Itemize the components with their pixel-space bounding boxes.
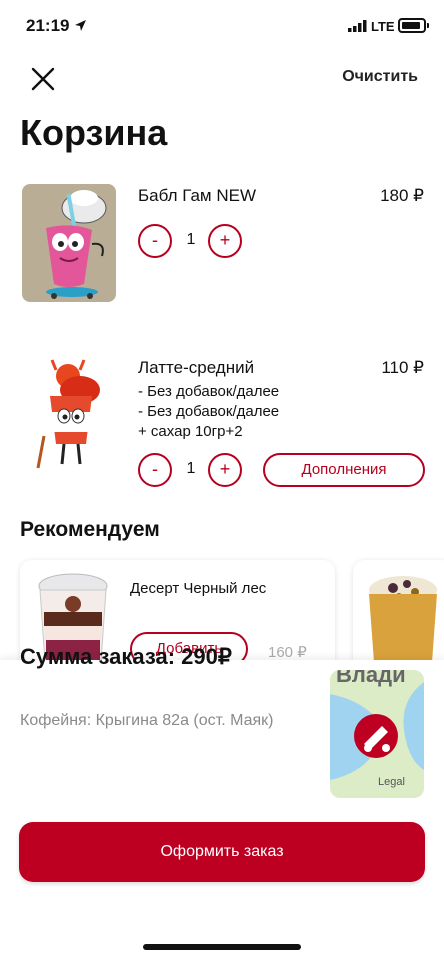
battery-icon (398, 18, 429, 33)
item-name: Латте-средний (138, 358, 255, 377)
quantity-value: 1 (186, 231, 196, 248)
cart-item: Латте-средний 110 ₽ - Без добавок/далее … (20, 352, 425, 492)
location-arrow-icon (75, 20, 86, 31)
recommendations-title: Рекомендуем (20, 518, 160, 541)
cart-item: Бабл Гам NEW 180 ₽ - 1 + (20, 184, 424, 304)
increase-quantity-button[interactable]: + (208, 224, 242, 258)
signal-icon (348, 20, 367, 32)
quantity-value: 1 (186, 460, 196, 477)
quantity-stepper: - 1 + (138, 224, 248, 258)
item-modifiers: - Без добавок/далее - Без добавок/далее … (138, 382, 279, 442)
item-modifier: - Без добавок/далее (138, 383, 280, 400)
item-price: 110 ₽ (381, 358, 424, 377)
checkout-button[interactable]: Оформить заказ (19, 822, 425, 882)
quantity-stepper: - 1 + (138, 453, 248, 487)
status-time: 21:19 (26, 16, 70, 35)
item-price: 180 ₽ (380, 186, 424, 205)
map-city-label: Влади (336, 670, 406, 687)
status-bar: 21:19 LTE (0, 0, 444, 54)
map-legal-link[interactable]: Legal (378, 776, 405, 788)
recommendation-name: Десерт Черный лес (130, 580, 267, 597)
cafe-address: Кофейня: Крыгина 82а (ост. Маяк) (20, 712, 274, 729)
recommendation-price: 160 ₽ (268, 644, 307, 661)
decrease-quantity-button[interactable]: - (138, 224, 172, 258)
latte-character-image (36, 359, 100, 469)
order-total: Сумма заказа: 290₽ (20, 644, 232, 669)
page-title: Корзина (20, 112, 168, 153)
decrease-quantity-button[interactable]: - (138, 453, 172, 487)
network-label: LTE (371, 19, 395, 34)
addons-button[interactable]: Дополнения (263, 453, 425, 487)
home-indicator[interactable] (143, 944, 301, 950)
item-modifier: - Без добавок/далее (138, 403, 280, 420)
item-name: Бабл Гам NEW (138, 186, 257, 205)
close-icon[interactable] (28, 64, 58, 94)
bubble-gum-drink-image (22, 184, 116, 302)
map-graphic (330, 670, 424, 798)
map-thumbnail[interactable]: Влади (330, 670, 424, 798)
clear-cart-button[interactable]: Очистить (342, 68, 418, 86)
item-modifier: + сахар 10гр+2 (138, 423, 243, 440)
increase-quantity-button[interactable]: + (208, 453, 242, 487)
